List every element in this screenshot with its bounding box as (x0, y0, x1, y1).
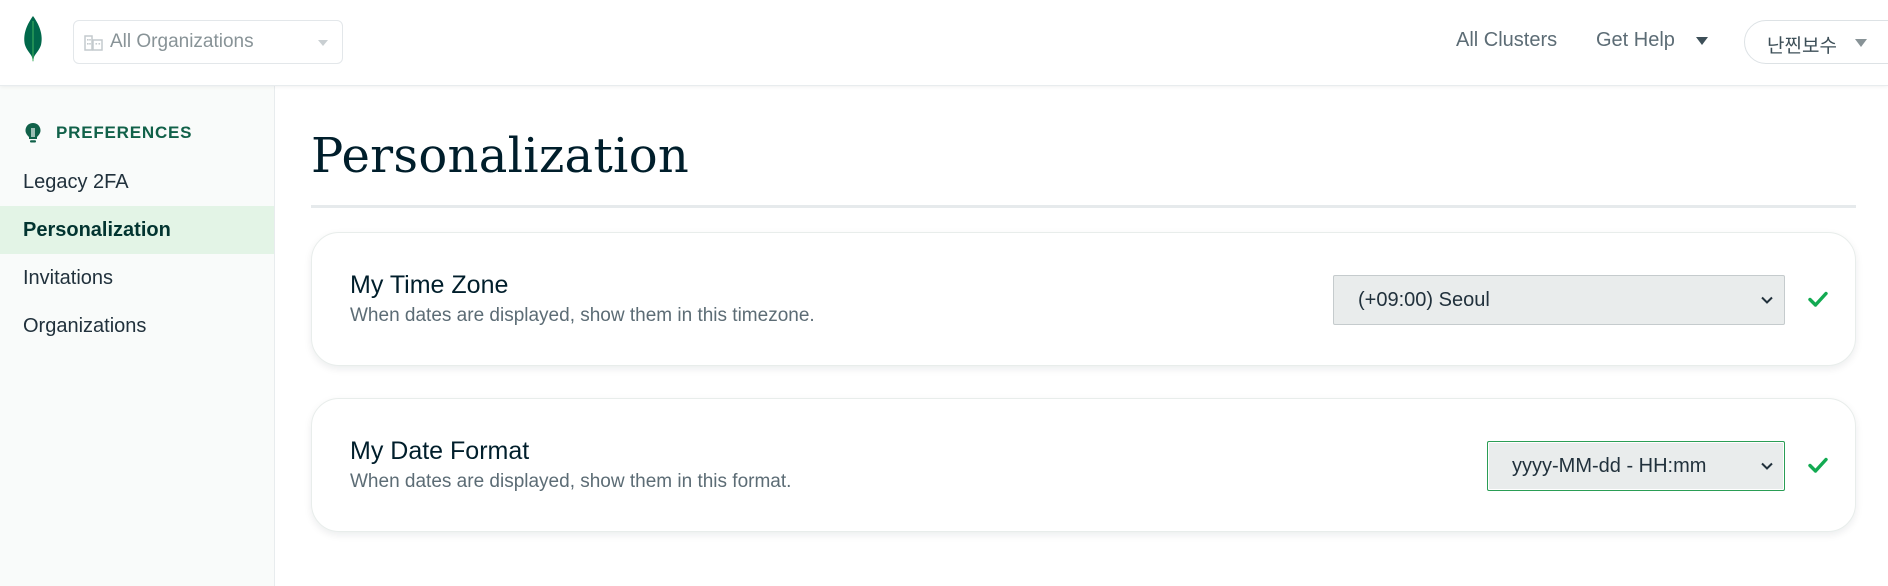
title-divider (311, 205, 1856, 208)
date-format-description: When dates are displayed, show them in t… (350, 471, 792, 492)
building-icon (84, 32, 106, 52)
organization-selector-label: All Organizations (110, 31, 254, 52)
timezone-description: When dates are displayed, show them in t… (350, 305, 815, 326)
checkmark-icon (1808, 457, 1828, 473)
lightbulb-icon (25, 123, 41, 143)
date-format-selected-value: yyyy-MM-dd - HH:mm (1512, 454, 1707, 477)
date-format-card: My Date Format When dates are displayed,… (311, 398, 1856, 532)
organization-selector[interactable]: All Organizations (73, 20, 343, 64)
caret-down-icon (1855, 39, 1867, 47)
timezone-card: My Time Zone When dates are displayed, s… (311, 232, 1856, 366)
sidebar-header-label: PREFERENCES (56, 123, 193, 142)
page-title: Personalization (311, 128, 690, 184)
sidebar-item-personalization[interactable]: Personalization (0, 206, 274, 254)
sidebar-item-organizations[interactable]: Organizations (0, 302, 274, 350)
all-clusters-link[interactable]: All Clusters (1456, 29, 1557, 52)
sidebar-section-header: PREFERENCES (24, 122, 192, 144)
chevron-down-icon (1761, 462, 1773, 470)
top-navigation-bar: All Organizations All Clusters Get Help … (0, 0, 1888, 86)
sidebar: PREFERENCES Legacy 2FA Personalization I… (0, 86, 275, 586)
timezone-selected-value: (+09:00) Seoul (1358, 288, 1490, 311)
sidebar-item-invitations[interactable]: Invitations (0, 254, 274, 302)
caret-down-icon[interactable] (1696, 37, 1708, 45)
caret-down-icon (318, 40, 328, 46)
get-help-menu[interactable]: Get Help (1596, 29, 1675, 52)
user-name: 난찐보수 (1767, 35, 1837, 57)
sidebar-item-legacy-2fa[interactable]: Legacy 2FA (0, 158, 274, 206)
timezone-select[interactable]: (+09:00) Seoul (1333, 275, 1785, 325)
timezone-title: My Time Zone (350, 271, 509, 299)
checkmark-icon (1808, 291, 1828, 307)
user-menu-button[interactable]: 난찐보수 (1744, 20, 1888, 64)
date-format-title: My Date Format (350, 437, 530, 465)
mongodb-leaf-logo[interactable] (21, 15, 45, 63)
date-format-select[interactable]: yyyy-MM-dd - HH:mm (1487, 441, 1785, 491)
chevron-down-icon (1761, 296, 1773, 304)
